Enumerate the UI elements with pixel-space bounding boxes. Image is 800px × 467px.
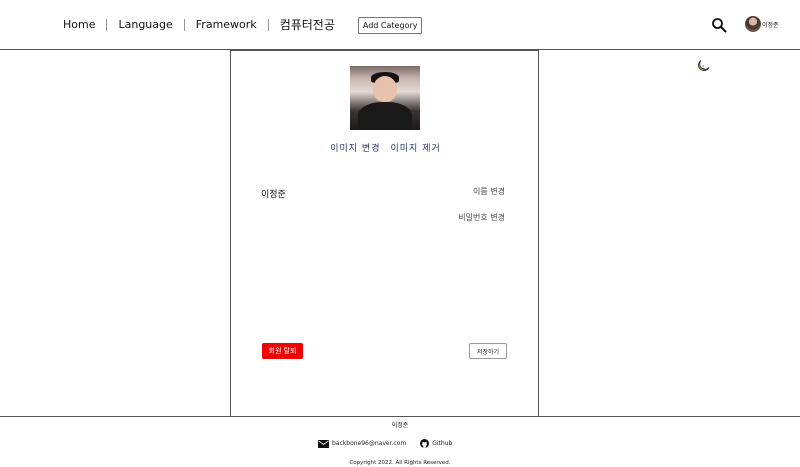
main-nav: Home Language Framework 컴퓨터전공 Add Catego… bbox=[63, 14, 423, 36]
header: Home Language Framework 컴퓨터전공 Add Catego… bbox=[0, 0, 800, 50]
profile-name: 이정준 bbox=[261, 190, 286, 200]
search-icon[interactable] bbox=[711, 17, 727, 33]
change-password-link[interactable]: 비밀번호 변경 bbox=[458, 212, 505, 223]
footer: 이정준 backbone96@naver.com Github Copyrigh… bbox=[0, 416, 800, 467]
email-text: backbone96@naver.com bbox=[332, 440, 407, 447]
profile-photo bbox=[350, 66, 420, 130]
photo-face bbox=[373, 76, 397, 102]
github-text: Github bbox=[432, 440, 453, 447]
photo-body bbox=[358, 102, 412, 130]
mail-icon bbox=[318, 439, 329, 448]
avatar bbox=[745, 16, 761, 32]
footer-name: 이정준 bbox=[391, 422, 409, 429]
github-link[interactable]: Github bbox=[420, 439, 452, 448]
withdraw-button[interactable]: 회원 탈퇴 bbox=[262, 343, 303, 359]
email-link[interactable]: backbone96@naver.com bbox=[318, 439, 407, 448]
header-user-name: 이정준 bbox=[762, 21, 779, 29]
image-actions: 이미지 변경 이미지 제거 bbox=[231, 141, 540, 154]
nav-language[interactable]: Language bbox=[107, 14, 183, 36]
nav-framework[interactable]: Framework bbox=[185, 14, 268, 36]
copyright: Copyright 2022. All Rights Reserved. bbox=[349, 460, 451, 466]
moon-icon[interactable] bbox=[697, 59, 710, 72]
save-button[interactable]: 저장하기 bbox=[469, 343, 507, 359]
change-name-link[interactable]: 이름 변경 bbox=[473, 186, 505, 197]
remove-image-link[interactable]: 이미지 제거 bbox=[391, 141, 441, 154]
nav-home[interactable]: Home bbox=[63, 14, 106, 36]
add-category-button[interactable]: Add Category bbox=[357, 16, 423, 34]
profile-card: 이미지 변경 이미지 제거 이정준 이름 변경 비밀번호 변경 회원 탈퇴 저장… bbox=[230, 50, 539, 417]
github-icon bbox=[420, 439, 430, 448]
nav-computer-major[interactable]: 컴퓨터전공 bbox=[269, 14, 346, 36]
user-menu[interactable]: 이정준 bbox=[745, 16, 779, 32]
footer-links: backbone96@naver.com Github bbox=[318, 439, 452, 448]
change-image-link[interactable]: 이미지 변경 bbox=[330, 141, 380, 154]
